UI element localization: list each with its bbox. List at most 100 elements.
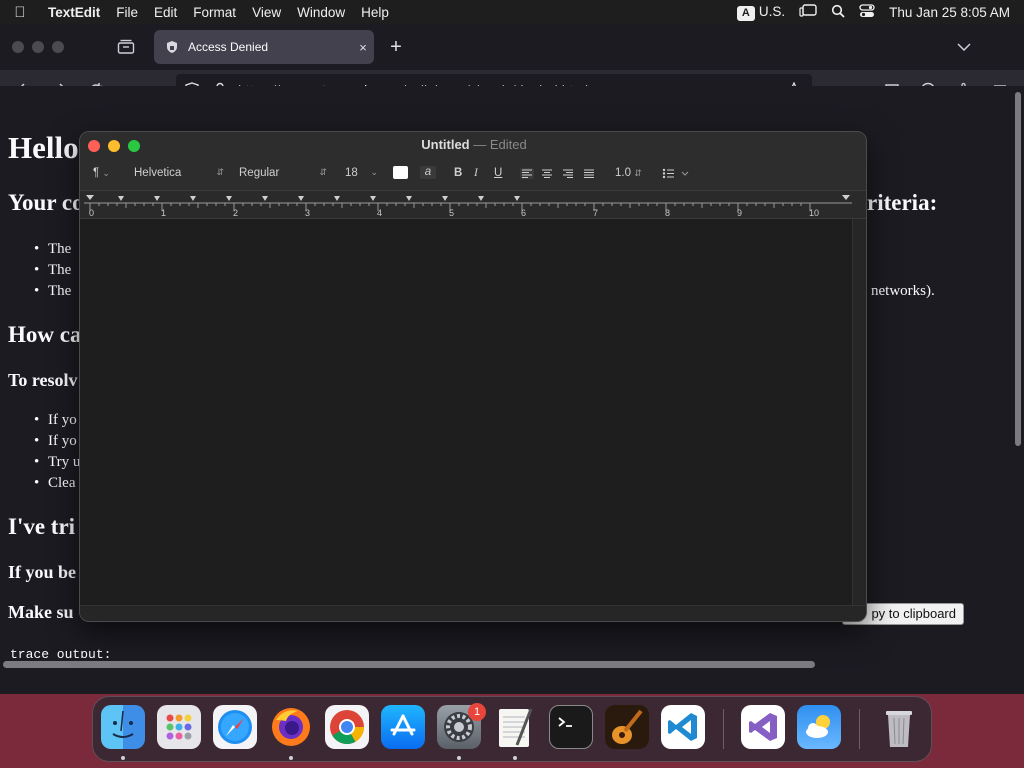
ruler-number: 2 (233, 208, 238, 218)
stage-manager-icon[interactable] (799, 3, 817, 21)
tab-stop-marker (478, 196, 484, 201)
scrollbar-thumb[interactable] (1015, 92, 1021, 446)
tab-stop-marker (406, 196, 412, 201)
tab-strip: Access Denied × + (0, 24, 1024, 70)
ruler-number: 3 (305, 208, 310, 218)
window-close-button[interactable] (12, 41, 24, 53)
list-item: The (34, 283, 72, 300)
input-source-menu[interactable]: A U.S. (736, 3, 786, 21)
tab-stop-marker (190, 196, 196, 201)
ruler-number: 0 (89, 208, 94, 218)
left-margin-marker (86, 195, 94, 200)
tab-stop-marker (334, 196, 340, 201)
input-source-label: U.S. (758, 3, 786, 19)
input-source-icon: A (736, 5, 755, 21)
tab-stop-marker (514, 196, 520, 201)
menu-app-name[interactable]: TextEdit (40, 5, 108, 20)
align-left-icon[interactable] (520, 168, 596, 182)
garageband-icon[interactable] (605, 705, 649, 749)
visual-studio-icon[interactable] (741, 705, 785, 749)
underline-button[interactable]: U (494, 167, 502, 179)
list-item: Try u (34, 454, 81, 471)
textedit-titlebar: Untitled — Edited ¶ ⌄ Helvetica ⇵ Regular… (80, 132, 866, 190)
font-size-field[interactable]: 18 ⌄ (345, 167, 378, 179)
dock (92, 696, 932, 762)
document-vertical-scrollbar[interactable] (852, 219, 866, 605)
list-item: The (34, 262, 72, 279)
new-tab-button[interactable]: + (384, 35, 408, 59)
running-indicator (513, 756, 517, 760)
trash-icon[interactable] (877, 705, 921, 749)
menu-format[interactable]: Format (185, 5, 244, 20)
dock-separator (723, 709, 724, 749)
page-subheading-if-you-be: If you be (8, 562, 77, 582)
menu-window[interactable]: Window (289, 5, 353, 20)
weather-icon[interactable] (797, 705, 841, 749)
tab-access-denied[interactable]: Access Denied × (154, 30, 374, 64)
finder-icon[interactable] (101, 705, 145, 749)
scrollbar-thumb[interactable] (3, 661, 815, 668)
vscode-icon[interactable] (661, 705, 705, 749)
tab-stop-marker (262, 196, 268, 201)
ruler[interactable]: 0 1 2 3 4 5 6 7 8 9 10 (80, 190, 866, 219)
list-all-tabs-icon[interactable] (952, 35, 976, 59)
paragraph-style-popup[interactable]: ¶ ⌄ (93, 167, 110, 179)
ruler-number: 5 (449, 208, 454, 218)
textedit-icon[interactable] (493, 705, 537, 749)
app-store-icon[interactable] (381, 705, 425, 749)
ruler-number: 9 (737, 208, 742, 218)
firefox-icon[interactable] (269, 705, 313, 749)
bold-button[interactable]: B (454, 167, 462, 179)
terminal-icon[interactable] (549, 705, 593, 749)
ruler-number: 10 (809, 208, 819, 218)
tab-stop-marker (442, 196, 448, 201)
firefox-view-icon[interactable] (114, 35, 138, 59)
menu-clock[interactable]: Thu Jan 25 8:05 AM (889, 5, 1010, 20)
tab-stop-marker (118, 196, 124, 201)
page-vertical-scrollbar[interactable] (1012, 86, 1024, 670)
list-item: The (34, 241, 72, 258)
apple-menu-icon[interactable]:  (0, 4, 40, 21)
spotlight-search-icon[interactable] (831, 4, 845, 21)
line-spacing-popup[interactable]: 1.0 ⇵ (615, 167, 642, 179)
menu-help[interactable]: Help (353, 5, 397, 20)
running-indicator (289, 756, 293, 760)
tab-close-icon[interactable]: × (352, 40, 374, 55)
highlight-color-well[interactable]: a (420, 166, 436, 179)
page-subheading-make-sure: Make su (8, 602, 74, 622)
menu-view[interactable]: View (244, 5, 289, 20)
font-style-popup[interactable]: Regular ⇵ (239, 167, 327, 179)
menu-bar:  TextEdit File Edit Format View Window … (0, 0, 1024, 24)
ruler-number: 6 (521, 208, 526, 218)
text-color-well[interactable] (393, 166, 408, 179)
page-heading-your: Your co (8, 190, 84, 215)
window-minimize-button[interactable] (32, 41, 44, 53)
tab-favicon-icon (164, 39, 180, 55)
textedit-window: Untitled — Edited ¶ ⌄ Helvetica ⇵ Regular… (79, 131, 867, 622)
document-text-area[interactable] (80, 219, 852, 605)
window-bottom-bar (80, 605, 866, 621)
right-margin-marker (842, 195, 850, 200)
ruler-ticks: 0 1 2 3 4 5 6 7 8 9 10 (84, 195, 852, 218)
ruler-number: 1 (161, 208, 166, 218)
window-zoom-button[interactable] (52, 41, 64, 53)
menu-edit[interactable]: Edit (146, 5, 185, 20)
tab-stop-marker (154, 196, 160, 201)
tab-stop-marker (370, 196, 376, 201)
launchpad-icon[interactable] (157, 705, 201, 749)
page-heading-how: How ca (8, 322, 82, 347)
menu-file[interactable]: File (108, 5, 146, 20)
format-toolbar: ¶ ⌄ Helvetica ⇵ Regular ⇵ 18 ⌄ a B I U 1.0 … (80, 162, 866, 186)
chrome-icon[interactable] (325, 705, 369, 749)
font-family-popup[interactable]: Helvetica ⇵ (134, 167, 224, 179)
italic-button[interactable]: I (474, 167, 478, 179)
tab-stop-marker (226, 196, 232, 201)
control-center-icon[interactable] (859, 3, 875, 21)
list-bullets-icon[interactable] (662, 168, 690, 182)
list-item: If yo (34, 433, 77, 450)
page-heading-hello: Hello (8, 130, 79, 165)
running-indicator (121, 756, 125, 760)
safari-icon[interactable] (213, 705, 257, 749)
page-heading-tried: I've tri (8, 514, 76, 539)
page-horizontal-scrollbar[interactable] (0, 658, 1012, 670)
